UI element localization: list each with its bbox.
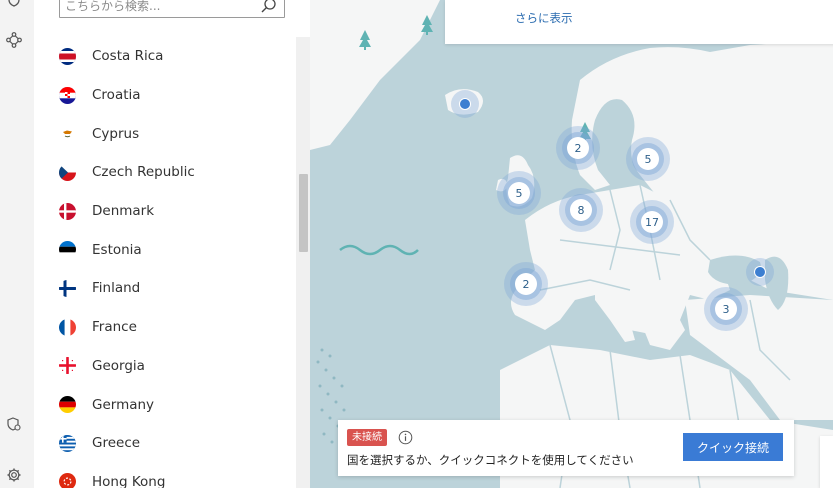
cluster-count: 8 xyxy=(570,199,592,221)
denmark-flag-icon xyxy=(59,202,76,220)
country-name: Costa Rica xyxy=(92,48,164,65)
map-cluster[interactable]: 8 xyxy=(559,188,603,232)
search-icon[interactable] xyxy=(260,0,278,15)
status-badge: 未接続 xyxy=(347,429,387,446)
country-item-costa-rica[interactable]: Costa Rica xyxy=(34,37,296,76)
hong-kong-flag-icon xyxy=(59,473,76,488)
map-cluster[interactable]: 17 xyxy=(630,200,674,244)
more-card: さらに表示 xyxy=(445,0,833,44)
connection-status-card: 未接続 国を選択するか、クイックコネクトを使用してください クイック接続 xyxy=(338,420,794,476)
country-name: Georgia xyxy=(92,357,145,374)
country-name: Finland xyxy=(92,280,141,297)
side-card-edge xyxy=(820,436,833,488)
map-cluster[interactable]: 5 xyxy=(626,137,670,181)
nav-rail xyxy=(0,0,34,488)
search-box xyxy=(59,0,285,18)
country-item-france[interactable]: France xyxy=(34,308,296,347)
georgia-flag-icon xyxy=(59,357,76,375)
czech-flag-icon xyxy=(59,163,76,181)
country-name: Denmark xyxy=(92,203,155,220)
germany-flag-icon xyxy=(59,396,76,414)
croatia-flag-icon xyxy=(59,86,76,104)
country-item-finland[interactable]: Finland xyxy=(34,269,296,308)
country-item-czech-republic[interactable]: Czech Republic xyxy=(34,153,296,192)
status-message: 国を選択するか、クイックコネクトを使用してください xyxy=(347,453,634,467)
gear-icon[interactable] xyxy=(4,465,24,485)
threat-protection-icon[interactable] xyxy=(4,414,24,434)
world-map[interactable]: さらに表示 2 5 5 8 17 2 3 xyxy=(310,0,833,488)
country-name: Greece xyxy=(92,435,141,452)
cluster-count: 2 xyxy=(567,137,589,159)
country-name: Estonia xyxy=(92,241,142,258)
cluster-count: 2 xyxy=(515,273,537,295)
costa-rica-flag-icon xyxy=(59,47,76,65)
map-cluster[interactable]: 5 xyxy=(497,171,541,215)
meshnet-icon[interactable] xyxy=(4,30,24,50)
quick-connect-button[interactable]: クイック接続 xyxy=(683,433,783,461)
country-list: Costa Rica Croatia Cyprus Czech Republic… xyxy=(34,37,296,488)
map-cluster[interactable]: 2 xyxy=(504,262,548,306)
country-item-germany[interactable]: Germany xyxy=(34,385,296,424)
country-name: France xyxy=(92,319,137,336)
search-input[interactable] xyxy=(65,0,255,17)
country-item-hong-kong[interactable]: Hong Kong xyxy=(34,463,296,488)
country-name: Hong Kong xyxy=(92,473,166,488)
map-land xyxy=(310,0,833,488)
country-name: Germany xyxy=(92,396,155,413)
map-cluster[interactable]: 3 xyxy=(704,287,748,331)
cluster-count: 5 xyxy=(637,148,659,170)
country-item-greece[interactable]: Greece xyxy=(34,424,296,463)
cluster-count: 17 xyxy=(641,211,663,233)
country-item-georgia[interactable]: Georgia xyxy=(34,347,296,386)
greece-flag-icon xyxy=(59,434,76,452)
country-item-croatia[interactable]: Croatia xyxy=(34,76,296,115)
country-name: Croatia xyxy=(92,87,141,104)
country-item-estonia[interactable]: Estonia xyxy=(34,230,296,269)
country-name: Cyprus xyxy=(92,125,140,142)
map-cluster[interactable]: 2 xyxy=(556,126,600,170)
cluster-count: 5 xyxy=(508,182,530,204)
scrollbar-thumb[interactable] xyxy=(299,174,308,252)
map-pin[interactable] xyxy=(451,90,479,118)
show-more-link[interactable]: さらに表示 xyxy=(515,10,573,26)
info-icon[interactable] xyxy=(398,430,413,445)
country-panel: Costa Rica Croatia Cyprus Czech Republic… xyxy=(34,0,310,488)
scrollbar[interactable] xyxy=(296,37,310,488)
shield-icon[interactable] xyxy=(4,0,24,10)
cyprus-flag-icon xyxy=(59,125,76,143)
map-pin[interactable] xyxy=(746,258,774,286)
estonia-flag-icon xyxy=(59,241,76,259)
cluster-count: 3 xyxy=(715,298,737,320)
france-flag-icon xyxy=(59,318,76,336)
country-item-cyprus[interactable]: Cyprus xyxy=(34,114,296,153)
finland-flag-icon xyxy=(59,279,76,297)
country-name: Czech Republic xyxy=(92,164,195,181)
country-item-denmark[interactable]: Denmark xyxy=(34,192,296,231)
